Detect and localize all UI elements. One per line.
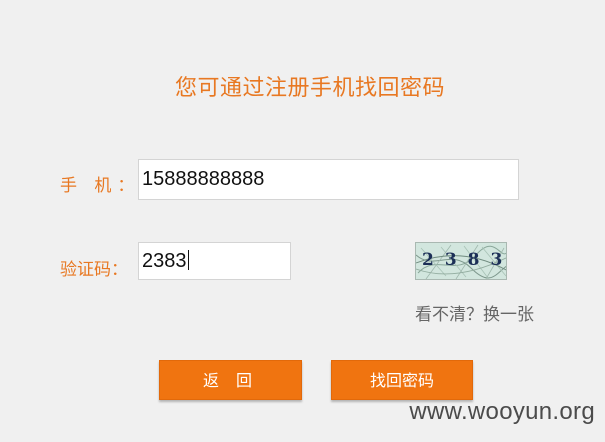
verification-code-input-value: 2383 — [142, 250, 187, 272]
phone-input-value: 15888888888 — [142, 168, 265, 190]
back-button[interactable]: 返 回 — [159, 360, 302, 400]
recover-password-button[interactable]: 找回密码 — [331, 360, 473, 400]
verification-code-label: 验证码： — [60, 260, 128, 280]
text-caret — [187, 250, 189, 270]
watermark: www.wooyun.org — [409, 398, 595, 425]
refresh-captcha-link[interactable]: 看不清？换一张 — [415, 300, 534, 325]
verification-code-input[interactable]: 2383 — [138, 242, 291, 280]
captcha-text: 2383 — [422, 250, 507, 270]
phone-label: 手 机： — [60, 176, 141, 196]
password-recovery-page: 您可通过注册手机找回密码 手 机： 15888888888 验证码： 2383 … — [0, 0, 605, 442]
captcha-image[interactable]: 2383 — [415, 242, 507, 280]
phone-input[interactable]: 15888888888 — [138, 159, 519, 200]
page-title: 您可通过注册手机找回密码 — [174, 76, 445, 101]
